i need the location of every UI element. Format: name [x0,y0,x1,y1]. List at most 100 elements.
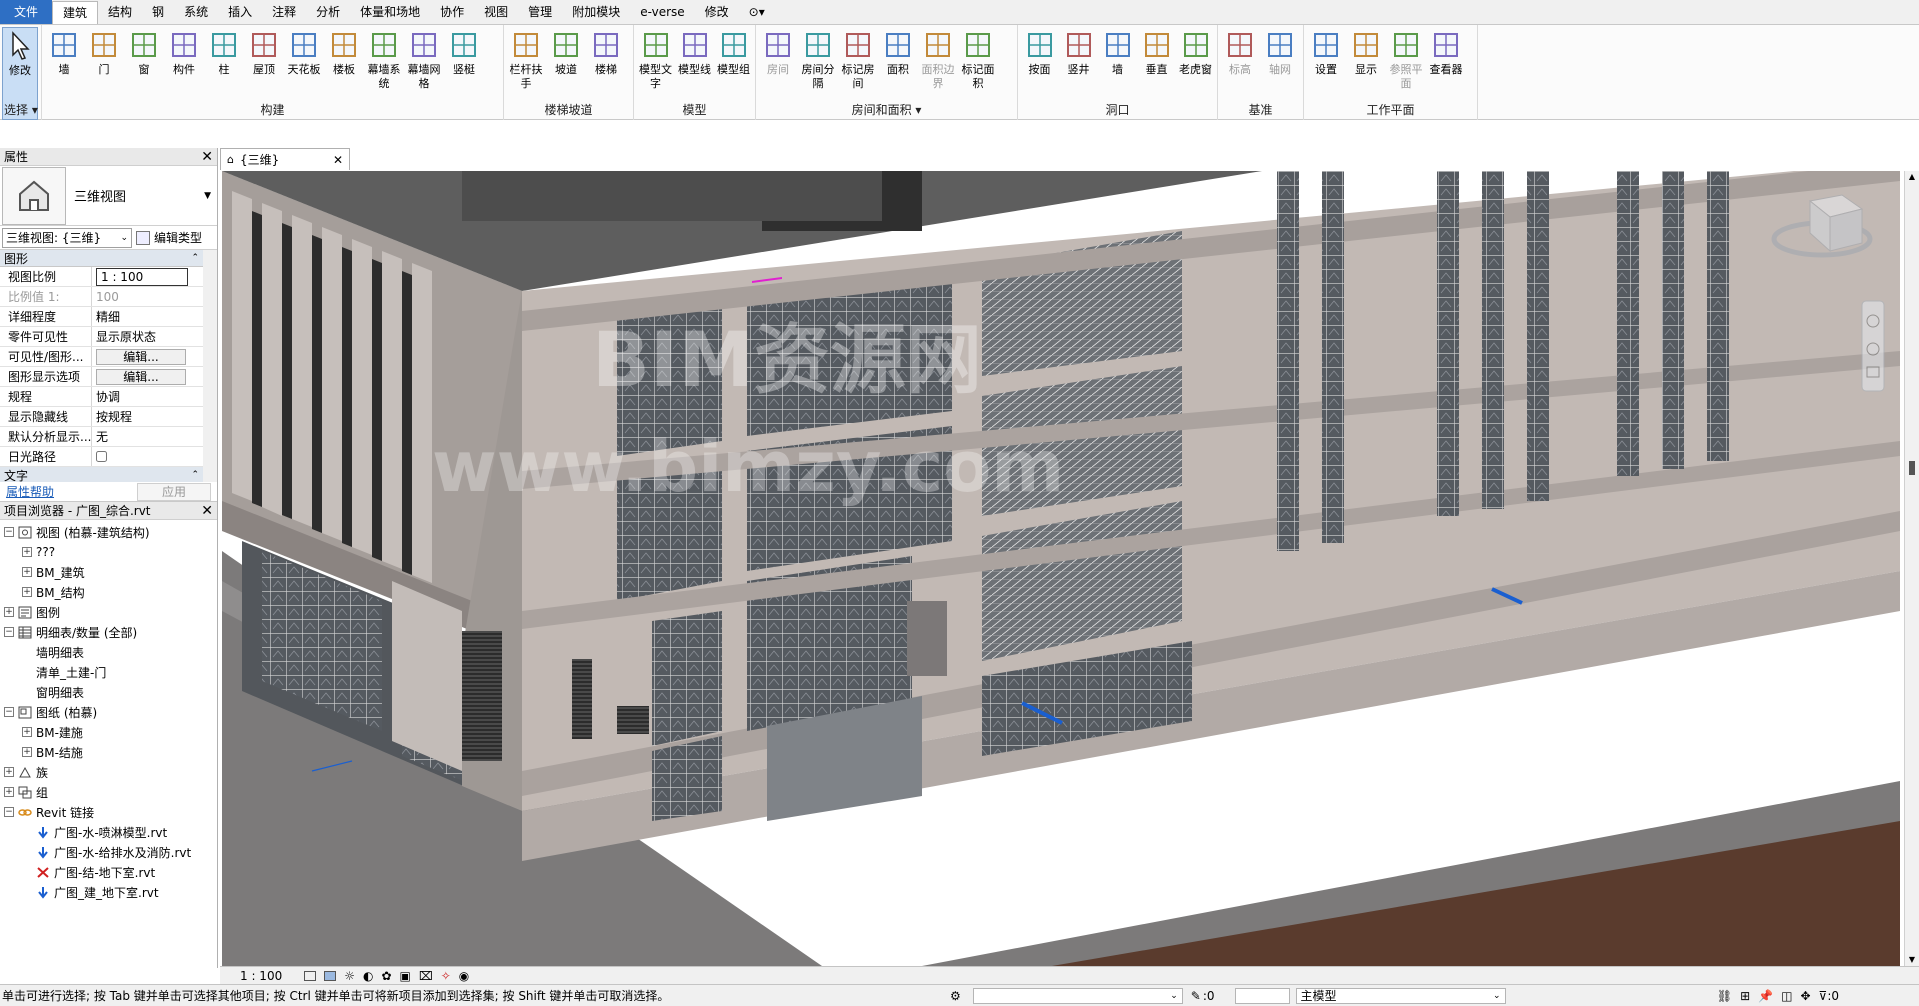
browser-item[interactable]: + BM-结施 [0,742,217,762]
browser-item[interactable]: + BM_结构 [0,582,217,602]
view-scale[interactable]: 1 : 100 [240,969,282,983]
properties-help-link[interactable]: 属性帮助 [6,483,54,500]
dropdown-arrow-icon[interactable]: ▼ [204,191,211,201]
scroll-up-arrow-icon[interactable]: ▲ [1905,171,1919,183]
drag-elements-icon[interactable]: ✥ [1800,989,1810,1003]
vertical-scrollbar[interactable]: ▲ ▼ [1904,171,1919,966]
collapse-icon[interactable]: − [4,527,14,537]
collapse-icon[interactable]: ⌃ [191,470,199,480]
select-by-face-icon[interactable]: ◫ [1781,989,1792,1003]
ribbon-toggle-icon[interactable]: ⊙▾ [739,0,775,24]
browser-item[interactable]: + BM_建筑 [0,562,217,582]
main-model-dropdown[interactable]: 主模型 ⌄ [1295,987,1506,1004]
browser-item[interactable]: 广图-水-喷淋模型.rvt [0,822,217,842]
expand-icon[interactable]: + [22,747,32,757]
menu-tab-1[interactable]: 建筑 [52,1,99,24]
temporary-hide-icon[interactable]: ✧ [441,969,451,983]
view-scale-input[interactable]: 1 : 100 [96,268,188,286]
render-icon[interactable]: ✿ [381,969,391,983]
edit-type-icon[interactable] [136,230,150,245]
expand-icon[interactable]: + [4,767,14,777]
property-value[interactable]: 编辑... [92,367,203,386]
menu-tab-4[interactable]: 系统 [174,0,218,24]
menu-tab-0[interactable]: 文件 [0,0,53,24]
apply-button[interactable]: 应用 [137,482,211,501]
select-underlay-icon[interactable]: ⊞ [1740,989,1750,1003]
sun-path-checkbox[interactable] [96,451,107,462]
collapse-icon[interactable]: − [4,627,14,637]
filter-icon[interactable]: ⊽ [1819,989,1828,1003]
design-option-dropdown[interactable] [1234,987,1290,1004]
menu-tab-7[interactable]: 分析 [306,0,350,24]
browser-item[interactable]: − Revit 链接 [0,802,217,822]
close-icon[interactable]: ✕ [201,149,213,165]
browser-item[interactable]: 窗明细表 [0,682,217,702]
menu-tab-8[interactable]: 体量和场地 [350,0,430,24]
type-selector-dropdown[interactable]: 三维视图: {三维} ⌄ [2,227,132,248]
menu-tab-2[interactable]: 结构 [98,0,142,24]
navigation-bar[interactable] [1861,300,1885,392]
browser-item[interactable]: 广图_建_地下室.rvt [0,882,217,902]
visual-style-icon[interactable] [324,970,337,981]
menu-tab-3[interactable]: 钢 [142,0,174,24]
menu-tab-13[interactable]: e-verse [630,0,694,24]
edit-button[interactable]: 编辑... [96,349,186,365]
browser-item[interactable]: +??? [0,542,217,562]
browser-item[interactable]: + BM-建施 [0,722,217,742]
select-links-icon[interactable]: ⛓ [1717,989,1732,1003]
section-header-1[interactable]: 文字 ⌃ [0,467,203,482]
collapse-icon[interactable]: − [4,707,14,717]
reveal-hidden-icon[interactable]: ◉ [459,969,469,983]
expand-icon[interactable]: + [22,587,32,597]
select-pinned-icon[interactable]: 📌 [1758,989,1773,1003]
shadows-icon[interactable]: ◐ [363,969,373,983]
browser-item[interactable]: 清单_土建-门 [0,662,217,682]
sun-path-icon[interactable]: ☼ [344,969,355,983]
expand-icon[interactable]: + [22,547,32,557]
menu-tab-10[interactable]: 视图 [474,0,518,24]
editable-only-icon[interactable]: ✎ [1191,989,1201,1003]
edit-button[interactable]: 编辑... [96,369,186,385]
edit-type-button[interactable]: 编辑类型 [154,229,202,246]
browser-item[interactable]: + 图例 [0,602,217,622]
browser-item[interactable]: − 视图 (柏慕-建筑结构) [0,522,217,542]
close-icon[interactable]: ✕ [201,503,213,519]
worksets-icon[interactable]: ⚙ [950,989,961,1003]
browser-item[interactable]: − 图纸 (柏慕) [0,702,217,722]
scroll-down-arrow-icon[interactable]: ▼ [1905,954,1919,966]
browser-item[interactable]: − 明细表/数量 (全部) [0,622,217,642]
expand-icon[interactable]: + [4,787,14,797]
collapse-icon[interactable]: ⌃ [191,253,199,263]
detail-level-icon[interactable] [304,970,317,981]
browser-item[interactable]: + 族 [0,762,217,782]
building-3d-view[interactable]: BIM资源网 www.bimzy.com [222,171,1900,966]
lock-view-icon[interactable]: ⌧ [419,969,433,983]
menu-tab-9[interactable]: 协作 [430,0,474,24]
property-value[interactable]: 编辑... [92,347,203,366]
browser-item[interactable]: 墙明细表 [0,642,217,662]
scroll-thumb[interactable] [1909,461,1915,475]
room-group-title[interactable]: 房间和面积 ▾ [756,101,1017,118]
menu-tab-12[interactable]: 附加模块 [562,0,630,24]
workset-dropdown[interactable]: ⌄ [972,987,1183,1004]
property-value[interactable]: 100 [92,287,203,306]
close-tab-icon[interactable]: ✕ [333,153,343,167]
browser-item[interactable]: + 组 [0,782,217,802]
view-tab-3d[interactable]: ⌂ {三维} ✕ [220,148,350,170]
collapse-icon[interactable]: − [4,807,14,817]
menu-tab-11[interactable]: 管理 [518,0,562,24]
menu-tab-14[interactable]: 修改 [695,0,739,24]
crop-view-icon[interactable]: ▣ [400,969,411,983]
property-value[interactable]: 1 : 100 [92,267,203,286]
property-value[interactable] [92,447,203,466]
browser-item[interactable]: 广图-结-地下室.rvt [0,862,217,882]
menu-tab-5[interactable]: 插入 [218,0,262,24]
menu-tab-6[interactable]: 注释 [262,0,306,24]
browser-item[interactable]: 广图-水-给排水及消防.rvt [0,842,217,862]
section-header-0[interactable]: 图形 ⌃ [0,250,203,267]
expand-icon[interactable]: + [4,607,14,617]
view-type-selector[interactable]: 三维视图 ▼ [0,166,217,226]
expand-icon[interactable]: + [22,567,32,577]
select-group-title[interactable]: 选择 [4,103,28,117]
expand-icon[interactable]: + [22,727,32,737]
